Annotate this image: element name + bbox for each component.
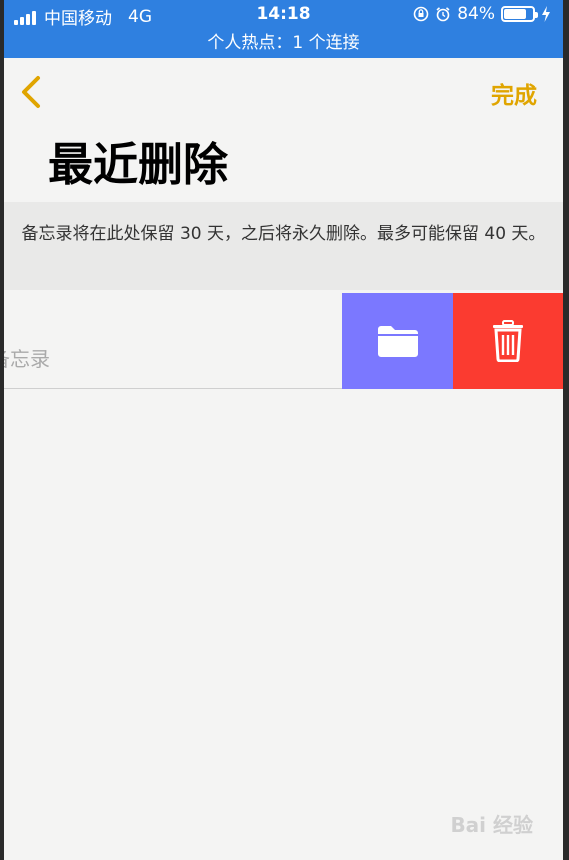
phone-screen: 中国移动 4G 14:18 84% 个人热点：1 个连接 完成 最近删除 备忘录… — [4, 0, 563, 860]
folder-icon — [377, 326, 418, 357]
page-title: 最近删除 — [48, 138, 229, 191]
alarm-icon — [436, 7, 450, 22]
charging-icon — [542, 6, 550, 22]
battery-percent: 84% — [457, 4, 495, 24]
back-button[interactable] — [18, 74, 46, 110]
watermark: Bai 经验 — [450, 813, 533, 837]
move-to-folder-button[interactable] — [342, 293, 453, 389]
hotspot-banner[interactable]: 个人热点：1 个连接 — [4, 30, 563, 58]
trash-icon — [493, 320, 523, 362]
row-divider — [4, 388, 342, 389]
battery-icon — [501, 6, 538, 22]
status-right: 84% — [413, 4, 551, 24]
delete-button[interactable] — [453, 293, 563, 389]
status-bar: 中国移动 4G 14:18 84% — [4, 0, 563, 30]
info-text: 备忘录将在此处保留 30 天，之后将永久删除。最多可能保留 40 天。 — [21, 224, 546, 244]
chevron-left-icon — [22, 76, 40, 108]
battery-fill — [504, 9, 526, 19]
rotation-lock-icon — [413, 6, 429, 22]
done-button[interactable]: 完成 — [491, 76, 537, 110]
note-row-title[interactable]: 备忘录 — [4, 343, 50, 372]
info-banner: 备忘录将在此处保留 30 天，之后将永久删除。最多可能保留 40 天。 — [4, 202, 563, 290]
